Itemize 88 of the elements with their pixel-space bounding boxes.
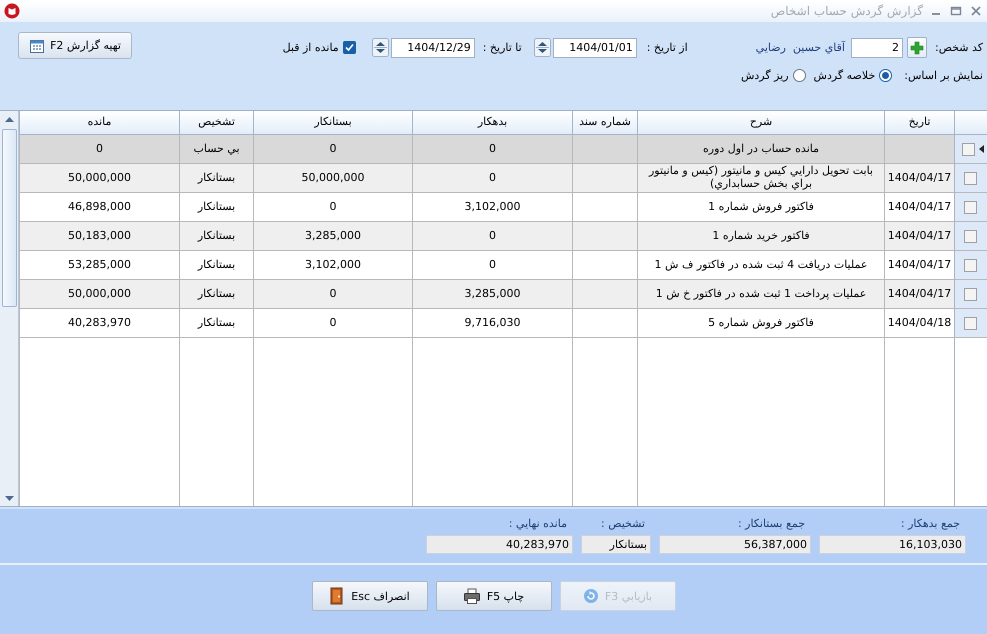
person-code-field[interactable]: 2	[850, 38, 903, 58]
radio-button[interactable]	[879, 69, 892, 82]
row-checkbox[interactable]	[964, 316, 977, 330]
table-cell: فاکتور فروش شماره 5	[708, 316, 814, 330]
prepare-report-button[interactable]: تهيه گزارش F2	[18, 32, 132, 59]
table-cell: 1404/04/17	[888, 230, 952, 242]
summary-field: 56,387,000	[659, 535, 811, 554]
table-cell: 1404/04/17	[888, 288, 952, 300]
table-cell: 50,000,000	[302, 172, 364, 184]
row-checkbox[interactable]	[964, 230, 977, 242]
table-cell: 46,898,000	[68, 200, 131, 214]
table-cell: 0	[489, 172, 496, 184]
table-cell: 0	[330, 316, 336, 330]
spin-button[interactable]	[534, 38, 551, 57]
plus-icon	[910, 40, 924, 54]
table-cell: بستانکار	[198, 258, 236, 272]
table-cell-text: بابت تحويل دارايي کيس و مانيتور (کيس و مانيتور براي بخش حسابداري)	[648, 165, 874, 191]
calendar-icon	[29, 38, 46, 54]
summary-label: جمع بستانکار :	[736, 517, 806, 530]
table-cell: 53,285,000	[68, 258, 131, 272]
table-cell: 0	[330, 288, 336, 300]
table-cell: 50,183,000	[68, 230, 131, 242]
summary-field: بستانکار	[581, 535, 651, 554]
scroll-up-icon[interactable]	[4, 116, 14, 122]
table-cell: 0	[489, 142, 496, 156]
print-button[interactable]: چاپ F5	[436, 581, 552, 611]
summary-label: جمع بدهکار :	[900, 517, 961, 530]
vertical-scrollbar[interactable]	[0, 111, 19, 506]
cancel-button[interactable]: انصراف Esc	[312, 581, 428, 611]
person-code-label: کد شخص:	[934, 41, 983, 54]
spin-button[interactable]	[372, 38, 389, 57]
table-cell: 0	[489, 230, 496, 242]
table-cell: 0	[489, 258, 496, 272]
carry-over-label: مانده از قبل	[282, 41, 339, 54]
summary-label: تشخيص :	[600, 517, 646, 530]
summary-label: مانده نهايي :	[508, 517, 568, 530]
printer-icon	[462, 588, 481, 604]
view-mode-label: نمايش بر اساس:	[904, 69, 983, 82]
table-cell: بستانکار	[198, 200, 236, 214]
table-cell: 50,000,000	[68, 172, 131, 184]
window-title: گزارش گردش حساب اشخاص	[770, 4, 923, 18]
table-cell: فاکتور خريد شماره 1	[712, 230, 810, 242]
from-date-label: از تاريخ :	[646, 41, 688, 54]
table-cell: 40,283,970	[68, 316, 131, 330]
table-cell: عمليات پرداخت 1 ثبت شده در فاکتور خ ش 1	[656, 288, 866, 300]
row-checkbox[interactable]	[962, 142, 975, 156]
table-cell: عمليات دريافت 4 ثبت شده در فاکتور ف ش 1	[654, 258, 868, 272]
close-icon[interactable]	[969, 4, 983, 18]
table-cell: بستانکار	[198, 230, 236, 242]
table-cell: 3,102,000	[305, 258, 361, 272]
table-cell: بستانکار	[198, 172, 236, 184]
table-cell: بستانکار	[198, 316, 236, 330]
radio-button[interactable]	[792, 69, 806, 82]
table-cell: 9,716,030	[464, 316, 520, 330]
checkbox[interactable]	[342, 41, 356, 54]
person-name: آقاي حسين رضايي	[756, 41, 845, 54]
table-cell: 0	[96, 142, 103, 156]
table-cell: 3,102,000	[464, 200, 520, 214]
table-cell: 1404/04/17	[888, 200, 952, 214]
table-cell: مانده حساب در اول دوره	[703, 142, 820, 156]
summary-field: 16,103,030	[819, 535, 966, 554]
table-cell: 3,285,000	[464, 288, 520, 300]
to-date-field[interactable]: 1404/12/29	[390, 38, 475, 58]
scroll-down-icon[interactable]	[4, 496, 14, 500]
table-cell: 0	[330, 200, 336, 214]
table-cell: 50,000,000	[68, 288, 131, 300]
row-checkbox[interactable]	[964, 200, 977, 214]
from-date-field[interactable]: 1404/01/01	[552, 38, 637, 58]
table-cell: 1404/04/18	[888, 316, 952, 330]
table-cell: 0	[330, 142, 336, 156]
table-cell: 1404/04/17	[888, 258, 952, 272]
table-cell: فاکتور فروش شماره 1	[708, 200, 814, 214]
maximize-icon[interactable]	[949, 4, 963, 18]
door-icon	[329, 587, 346, 605]
to-date-label: تا تاريخ :	[482, 41, 522, 54]
summary-field: 40,283,970	[426, 535, 573, 554]
app-logo-icon	[4, 3, 20, 19]
add-button[interactable]	[906, 37, 927, 58]
table-cell: بي حساب	[193, 142, 240, 156]
view-option-label: خلاصه گردش	[814, 69, 876, 82]
row-checkbox[interactable]	[964, 288, 977, 300]
refresh-icon	[582, 588, 599, 604]
row-checkbox[interactable]	[964, 258, 977, 272]
table-cell: 1404/04/17	[888, 172, 952, 184]
table-cell: بستانکار	[198, 288, 236, 300]
view-option-label: ريز گردش	[740, 69, 789, 82]
row-checkbox[interactable]	[964, 172, 977, 184]
table-cell: 3,285,000	[305, 230, 361, 242]
